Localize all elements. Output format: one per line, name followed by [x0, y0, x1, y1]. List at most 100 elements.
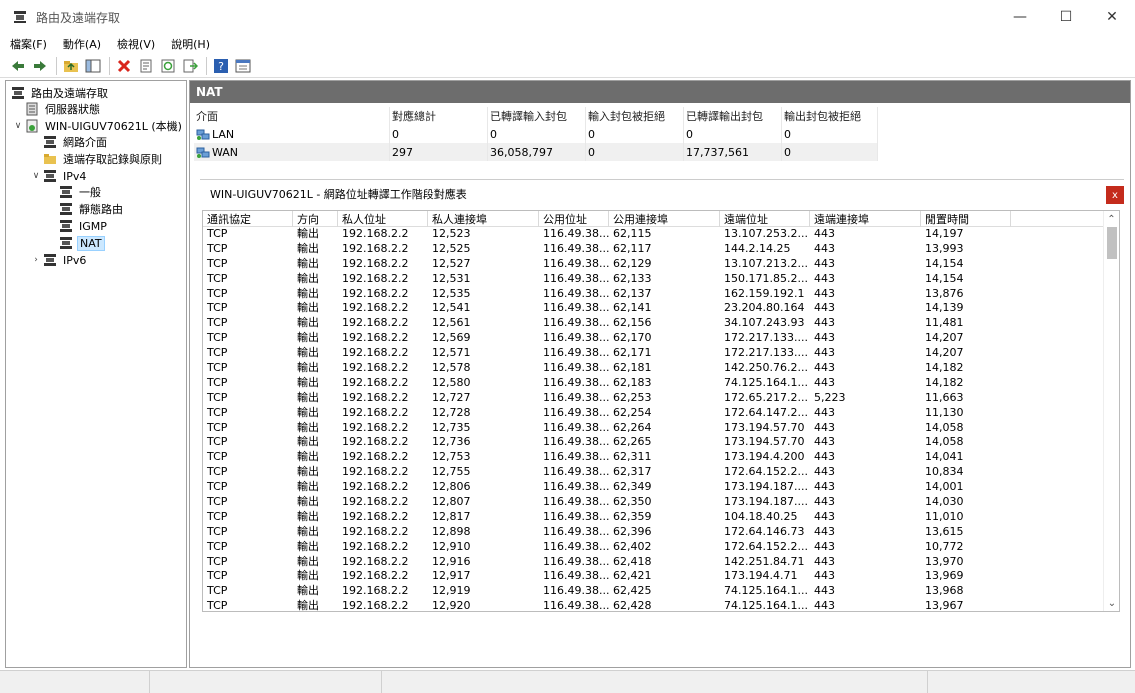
mapping-cell: 62,117	[613, 241, 652, 255]
mapping-row[interactable]: TCP 輸出 192.168.2.2 12,917 116.49.38... 62,421…	[203, 569, 1119, 584]
mapping-cell: 192.168.2.2	[342, 301, 409, 315]
mapping-row[interactable]: TCP 輸出 192.168.2.2 12,817 116.49.38... 62,359…	[203, 510, 1119, 525]
status-segment	[382, 671, 928, 693]
mapping-row[interactable]: TCP 輸出 192.168.2.2 12,898 116.49.38... 62,396…	[203, 525, 1119, 540]
mapping-column-header[interactable]: 遠端連接埠	[810, 211, 921, 227]
mapping-row[interactable]: TCP 輸出 192.168.2.2 12,580 116.49.38... 62,183…	[203, 376, 1119, 391]
mapping-cell: 172.64.152.2...	[724, 465, 808, 479]
menu-action[interactable]: 動作(A)	[63, 36, 101, 52]
mapping-cell: 192.168.2.2	[342, 331, 409, 345]
mapping-close-button[interactable]: x	[1106, 186, 1124, 204]
mapping-cell: 14,207	[925, 331, 964, 345]
tree-node-[interactable]: 伺服器狀態	[24, 101, 102, 117]
menu-view[interactable]: 檢視(V)	[117, 36, 155, 52]
menu-help[interactable]: 說明(H)	[171, 36, 210, 52]
close-button[interactable]: ✕	[1089, 0, 1135, 34]
scroll-down-icon[interactable]: ⌄	[1104, 595, 1119, 611]
mapping-column-header[interactable]: 公用位址	[539, 211, 609, 227]
tree-node-[interactable]: 一般	[58, 184, 103, 200]
nat-column-header[interactable]: 已轉譯輸入封包	[488, 107, 586, 125]
tree-node-igmp[interactable]: IGMP	[58, 218, 109, 234]
nat-column-header[interactable]: 介面	[194, 107, 390, 125]
tree-node-ipv6[interactable]: › IPv6	[30, 252, 88, 268]
nat-column-header[interactable]: 已轉譯輸出封包	[684, 107, 782, 125]
vertical-scrollbar[interactable]: ⌃ ⌄	[1103, 211, 1119, 611]
mapping-row[interactable]: TCP 輸出 192.168.2.2 12,728 116.49.38... 62,254…	[203, 406, 1119, 421]
nat-column-header[interactable]: 輸出封包被拒絕	[782, 107, 878, 125]
mapping-cell: 13,615	[925, 524, 964, 538]
interface-name: LAN	[212, 127, 235, 141]
mapping-row[interactable]: TCP 輸出 192.168.2.2 12,531 116.49.38... 62,133…	[203, 272, 1119, 287]
mapping-row[interactable]: TCP 輸出 192.168.2.2 12,535 116.49.38... 62,137…	[203, 287, 1119, 302]
menu-file[interactable]: 檔案(F)	[10, 36, 47, 52]
tree-node-[interactable]: 遠端存取記錄與原則	[42, 151, 164, 167]
mapping-row[interactable]: TCP 輸出 192.168.2.2 12,523 116.49.38... 62,115…	[203, 227, 1119, 242]
tree-node-win-uiguv70621l[interactable]: ∨ WIN-UIGUV70621L (本機)	[12, 118, 184, 134]
mapping-row[interactable]: TCP 輸出 192.168.2.2 12,571 116.49.38... 62,171…	[203, 346, 1119, 361]
nat-column-header[interactable]: 輸入封包被拒絕	[586, 107, 684, 125]
tree-node-[interactable]: 網路介面	[42, 134, 109, 150]
mapping-cell: 116.49.38...	[543, 554, 609, 568]
mapping-row[interactable]: TCP 輸出 192.168.2.2 12,916 116.49.38... 62,418…	[203, 555, 1119, 570]
mapping-cell: 62,418	[613, 554, 652, 568]
scroll-thumb[interactable]	[1107, 227, 1117, 259]
export-list-icon[interactable]	[180, 56, 200, 76]
tree-node-label: 靜態路由	[79, 203, 123, 216]
mapping-cell: 443	[814, 480, 835, 494]
tree-node-[interactable]: 靜態路由	[58, 201, 125, 217]
expand-chevron-icon[interactable]: ∨	[30, 171, 42, 181]
up-folder-icon[interactable]	[61, 56, 81, 76]
mapping-row[interactable]: TCP 輸出 192.168.2.2 12,561 116.49.38... 62,156…	[203, 316, 1119, 331]
mapping-row[interactable]: TCP 輸出 192.168.2.2 12,755 116.49.38... 62,317…	[203, 465, 1119, 480]
nat-column-header[interactable]: 對應總計	[390, 107, 488, 125]
nat-interface-row[interactable]: LAN 0 0 0 0 0	[194, 125, 878, 143]
mapping-cell: 62,170	[613, 331, 652, 345]
mapping-cell: 12,898	[432, 524, 471, 538]
delete-icon[interactable]	[114, 56, 134, 76]
mapping-row[interactable]: TCP 輸出 192.168.2.2 12,806 116.49.38... 62,349…	[203, 480, 1119, 495]
tree-node-[interactable]: 路由及遠端存取	[10, 85, 110, 101]
mapping-row[interactable]: TCP 輸出 192.168.2.2 12,569 116.49.38... 62,170…	[203, 331, 1119, 346]
network-icon	[58, 236, 74, 250]
mapping-cell: 輸出	[297, 420, 319, 434]
mapping-row[interactable]: TCP 輸出 192.168.2.2 12,735 116.49.38... 62,264…	[203, 421, 1119, 436]
mapping-row[interactable]: TCP 輸出 192.168.2.2 12,919 116.49.38... 62,425…	[203, 584, 1119, 599]
mapping-column-header[interactable]: 私人位址	[338, 211, 428, 227]
properties-icon[interactable]	[136, 56, 156, 76]
mapping-column-header[interactable]: 閒置時間	[921, 211, 1011, 227]
mapping-row[interactable]: TCP 輸出 192.168.2.2 12,525 116.49.38... 62,117…	[203, 242, 1119, 257]
mapping-row[interactable]: TCP 輸出 192.168.2.2 12,910 116.49.38... 62,402…	[203, 540, 1119, 555]
mapping-row[interactable]: TCP 輸出 192.168.2.2 12,736 116.49.38... 62,265…	[203, 435, 1119, 450]
tree-node-nat[interactable]: NAT	[58, 235, 105, 251]
console-view-icon[interactable]	[233, 56, 253, 76]
maximize-button[interactable]: ☐	[1043, 0, 1089, 34]
mapping-row[interactable]: TCP 輸出 192.168.2.2 12,727 116.49.38... 62,253…	[203, 391, 1119, 406]
back-arrow-icon[interactable]	[8, 56, 28, 76]
mapping-cell: 173.194.4.71	[724, 569, 798, 583]
forward-arrow-icon[interactable]	[30, 56, 50, 76]
mapping-row[interactable]: TCP 輸出 192.168.2.2 12,578 116.49.38... 62,181…	[203, 361, 1119, 376]
mapping-row[interactable]: TCP 輸出 192.168.2.2 12,527 116.49.38... 62,129…	[203, 257, 1119, 272]
minimize-button[interactable]: —	[997, 0, 1043, 34]
help-icon[interactable]: ?	[211, 56, 231, 76]
tree-node-label: IPv4	[63, 169, 87, 183]
nat-table-header: 介面 對應總計 已轉譯輸入封包 輸入封包被拒絕 已轉譯輸出封包 輸出封包被拒絕	[194, 107, 878, 125]
mapping-cell: 12,807	[432, 495, 471, 509]
mapping-row[interactable]: TCP 輸出 192.168.2.2 12,807 116.49.38... 62,350…	[203, 495, 1119, 510]
mapping-column-header[interactable]: 遠端位址	[720, 211, 810, 227]
refresh-icon[interactable]	[158, 56, 178, 76]
show-hide-tree-icon[interactable]	[83, 56, 103, 76]
mapping-column-header[interactable]: 方向	[293, 211, 338, 227]
expand-chevron-icon[interactable]: ›	[30, 255, 42, 265]
nat-interface-row[interactable]: WAN 297 36,058,797 0 17,737,561 0	[194, 143, 878, 161]
mapping-column-header[interactable]: 私人連接埠	[428, 211, 539, 227]
mapping-row[interactable]: TCP 輸出 192.168.2.2 12,920 116.49.38... 62,428…	[203, 599, 1119, 611]
tree-node-ipv4[interactable]: ∨ IPv4	[30, 168, 88, 184]
scroll-up-icon[interactable]: ⌃	[1104, 211, 1119, 227]
mapping-cell: 116.49.38...	[543, 420, 609, 434]
mapping-column-header[interactable]: 公用連接埠	[609, 211, 720, 227]
mapping-row[interactable]: TCP 輸出 192.168.2.2 12,541 116.49.38... 62,141…	[203, 301, 1119, 316]
mapping-row[interactable]: TCP 輸出 192.168.2.2 12,753 116.49.38... 62,311…	[203, 450, 1119, 465]
expand-chevron-icon[interactable]: ∨	[12, 121, 24, 131]
mapping-column-header[interactable]: 通訊協定	[203, 211, 293, 227]
